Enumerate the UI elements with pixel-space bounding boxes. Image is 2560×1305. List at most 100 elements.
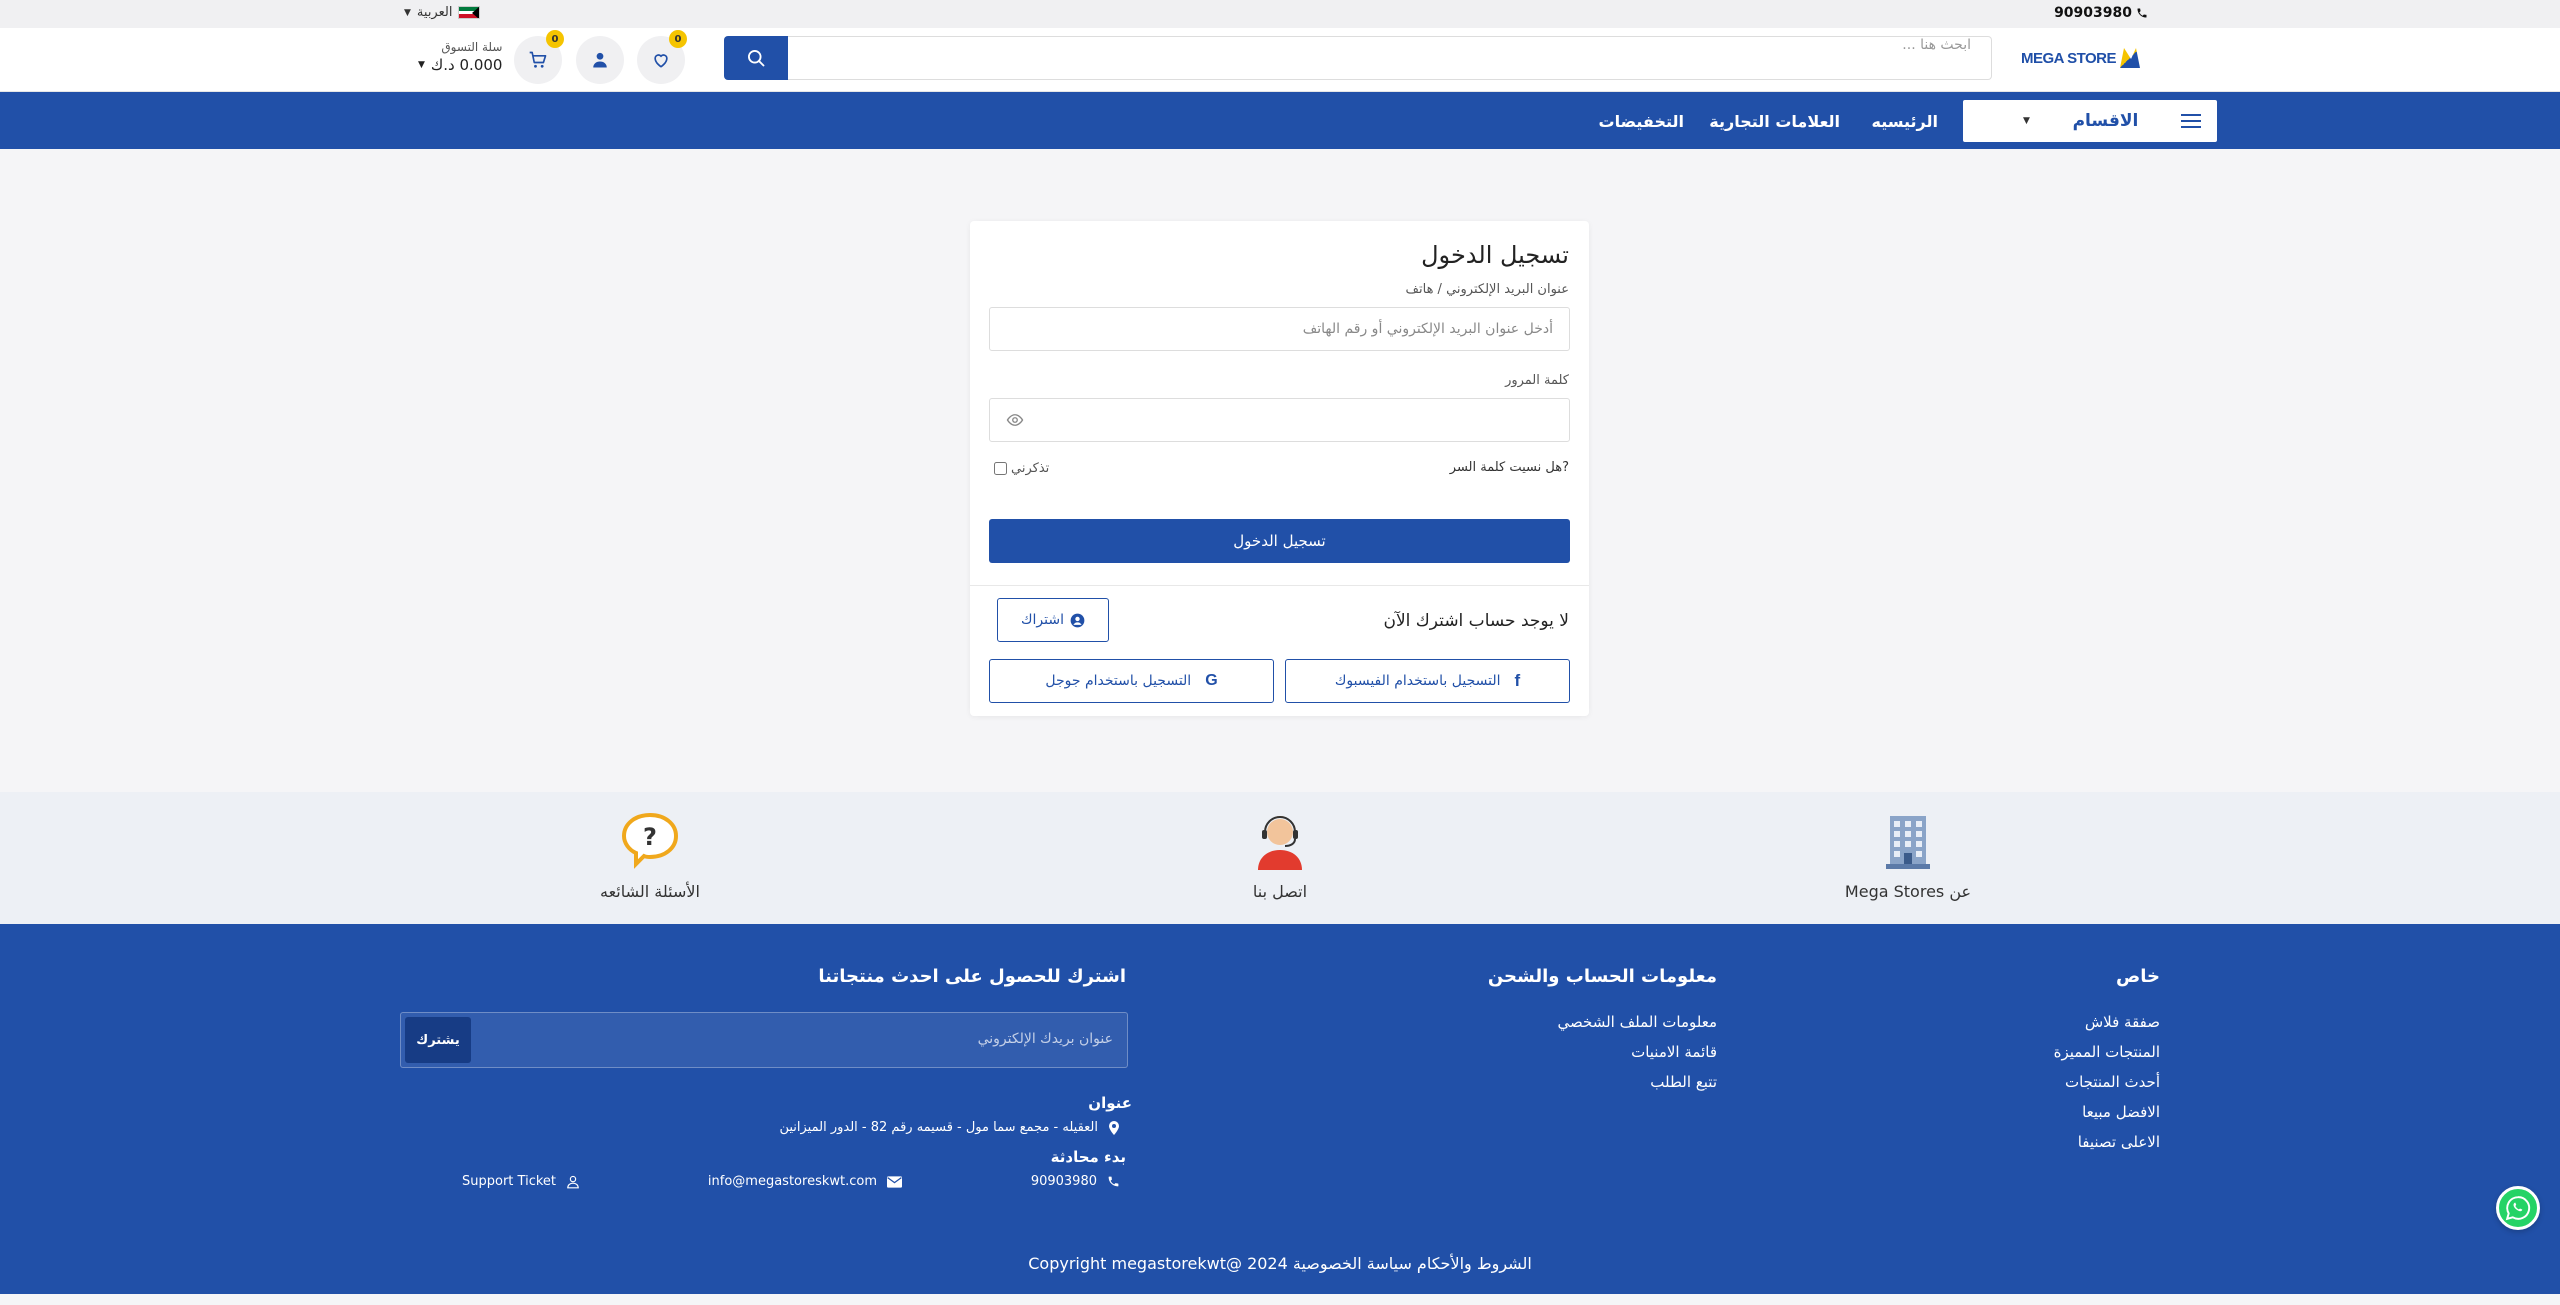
email-field[interactable]: أدخل عنوان البريد الإلكتروني أو رقم الها… [989,307,1570,351]
chevron-down-icon: ▼ [418,60,425,70]
account-button[interactable] [576,36,624,84]
footer-phone[interactable]: 90903980 [1031,1174,1120,1189]
nav-link-offers[interactable]: التخفيضات [1599,112,1684,131]
facebook-login-button[interactable]: f التسجيل باستخدام الفيسبوك [1285,659,1570,703]
footer-link-profile[interactable]: معلومات الملف الشخصي [1558,1013,1717,1031]
top-phone[interactable]: 90903980 [2054,5,2148,21]
google-login-button[interactable]: G التسجيل باستخدام جوجل [989,659,1274,703]
chevron-down-icon: ▼ [2023,116,2030,126]
bottom-strip [0,1294,2560,1305]
top-phone-number: 90903980 [2054,5,2132,21]
logo[interactable]: MEGA STORE [2021,48,2140,68]
remember-me[interactable]: تذكرني [994,461,1049,476]
facebook-icon: f [1514,671,1521,690]
envelope-icon [887,1175,902,1188]
user-circle-icon [1070,613,1085,627]
footer-link-featured[interactable]: المنتجات المميزة [2054,1043,2160,1061]
svg-text:?: ? [643,823,657,851]
newsletter-title: اشترك للحصول على احدث منتجاتنا [818,966,1126,987]
nav-link-home[interactable]: الرئيسيه [1872,112,1939,131]
eye-icon[interactable] [1006,411,1024,429]
kuwait-flag-icon [458,6,481,19]
faq-link[interactable]: ? الأسئلة الشائعه [530,808,770,901]
login-card: تسجيل الدخول عنوان البريد الإلكتروني / ه… [970,221,1589,716]
footer-link-flash-deal[interactable]: صفقة فلاش [2085,1013,2160,1031]
no-account-text: لا يوجد حساب اشترك الآن [1383,611,1569,631]
google-label: التسجيل باستخدام جوجل [1045,673,1192,689]
cart-badge: 0 [546,30,564,48]
chevron-down-icon: ▼ [404,7,411,18]
address-title: عنوان [1088,1094,1132,1112]
location-pin-icon [1109,1120,1119,1135]
support-ticket-link[interactable]: Support Ticket [462,1174,580,1189]
footer-link-wishlist[interactable]: قائمة الامنيات [1631,1043,1717,1061]
signup-button[interactable]: اشتراك [997,598,1109,642]
about-link[interactable]: عن Mega Stores [1788,808,2028,901]
logo-text: MEGA STORE [2020,49,2117,67]
remember-checkbox[interactable] [994,462,1007,475]
footer-link-best-selling[interactable]: الافضل مبيعا [2082,1103,2160,1121]
password-field[interactable] [989,398,1570,442]
menu-icon [2181,114,2201,128]
contact-label: اتصل بنا [1252,882,1308,901]
password-label: كلمة المرور [1505,373,1569,388]
google-icon: G [1205,672,1218,689]
cart-button[interactable]: 0 [514,30,564,84]
support-ticket-label: Support Ticket [462,1174,556,1189]
newsletter-subscribe-button[interactable]: يشترك [405,1017,471,1063]
divider [970,585,1589,586]
footer: خاص صفقة فلاش المنتجات المميزة أحدث المن… [0,924,2560,1294]
whatsapp-button[interactable] [2496,1186,2540,1230]
contact-link[interactable]: اتصل بنا [1160,808,1400,901]
chat-title: بدء محادثة [1050,1148,1126,1166]
user-outline-icon [567,1175,579,1188]
wishlist-badge: 0 [669,30,687,48]
nav-link-brands[interactable]: العلامات التجارية [1709,112,1840,131]
footer-link-latest[interactable]: أحدث المنتجات [2065,1073,2160,1091]
footer-special-title: خاص [2116,966,2160,987]
footer-link-top-rated[interactable]: الاعلى تصنيفا [2078,1133,2160,1151]
address-row: العقيله - مجمع سما مول - قسيمه رقم 82 - … [779,1120,1120,1135]
cart-total: 0.000 د.ك [430,56,503,74]
copyright: الشروط والأحكام سياسة الخصوصية Copyright… [1028,1254,1532,1273]
email-label: عنوان البريد الإلكتروني / هاتف [1405,282,1569,297]
top-bar: 90903980 ▼ العربية [0,0,2560,28]
about-label: عن Mega Stores [1844,882,1972,901]
phone-icon [1108,1176,1119,1187]
signup-label: اشتراك [1021,612,1064,628]
search-input[interactable]: ابحث هنا ... [788,36,1992,80]
login-button[interactable]: تسجيل الدخول [989,519,1570,563]
search-button[interactable] [724,36,788,80]
search-icon [748,50,765,67]
header: MEGA STORE ابحث هنا ... 0 0 سلة التسوق ▼… [0,28,2560,92]
info-strip: عن Mega Stores اتصل بنا ? الأسئلة الشائع… [0,792,2560,924]
language-label: العربية [416,5,453,20]
facebook-label: التسجيل باستخدام الفيسبوك [1334,673,1501,689]
footer-email[interactable]: info@megastoreskwt.com [708,1174,902,1189]
newsletter-input[interactable]: عنوان بريدك الإلكتروني [978,1031,1113,1047]
main-nav: الاقسام ▼ الرئيسيه العلامات التجارية الت… [0,92,2560,149]
newsletter-form: عنوان بريدك الإلكتروني يشترك [400,1012,1128,1068]
search-bar: ابحث هنا ... [724,36,1992,80]
cart-summary[interactable]: سلة التسوق ▼ 0.000 د.ك [418,40,502,74]
wishlist-button[interactable]: 0 [637,30,687,84]
logo-mark-icon [2120,48,2140,68]
user-icon [593,52,607,68]
language-selector[interactable]: ▼ العربية [404,5,481,20]
login-title: تسجيل الدخول [1421,241,1569,269]
whatsapp-icon [2505,1196,2531,1221]
phone-icon [2137,8,2147,18]
categories-dropdown[interactable]: الاقسام ▼ [1963,100,2217,142]
forgot-password-link[interactable]: ?هل نسيت كلمة السر [1450,460,1569,475]
question-bubble-icon: ? [618,808,682,872]
categories-label: الاقسام [2072,111,2139,131]
email-placeholder: أدخل عنوان البريد الإلكتروني أو رقم الها… [1302,321,1553,337]
footer-email-address: info@megastoreskwt.com [707,1174,877,1189]
footer-link-track-order[interactable]: تتبع الطلب [1650,1073,1717,1091]
building-icon [1876,808,1940,872]
address-text: العقيله - مجمع سما مول - قسيمه رقم 82 - … [779,1120,1098,1135]
support-agent-icon [1248,808,1312,872]
cart-icon [529,51,547,68]
footer-account-title: معلومات الحساب والشحن [1487,966,1717,987]
footer-phone-number: 90903980 [1030,1174,1097,1189]
